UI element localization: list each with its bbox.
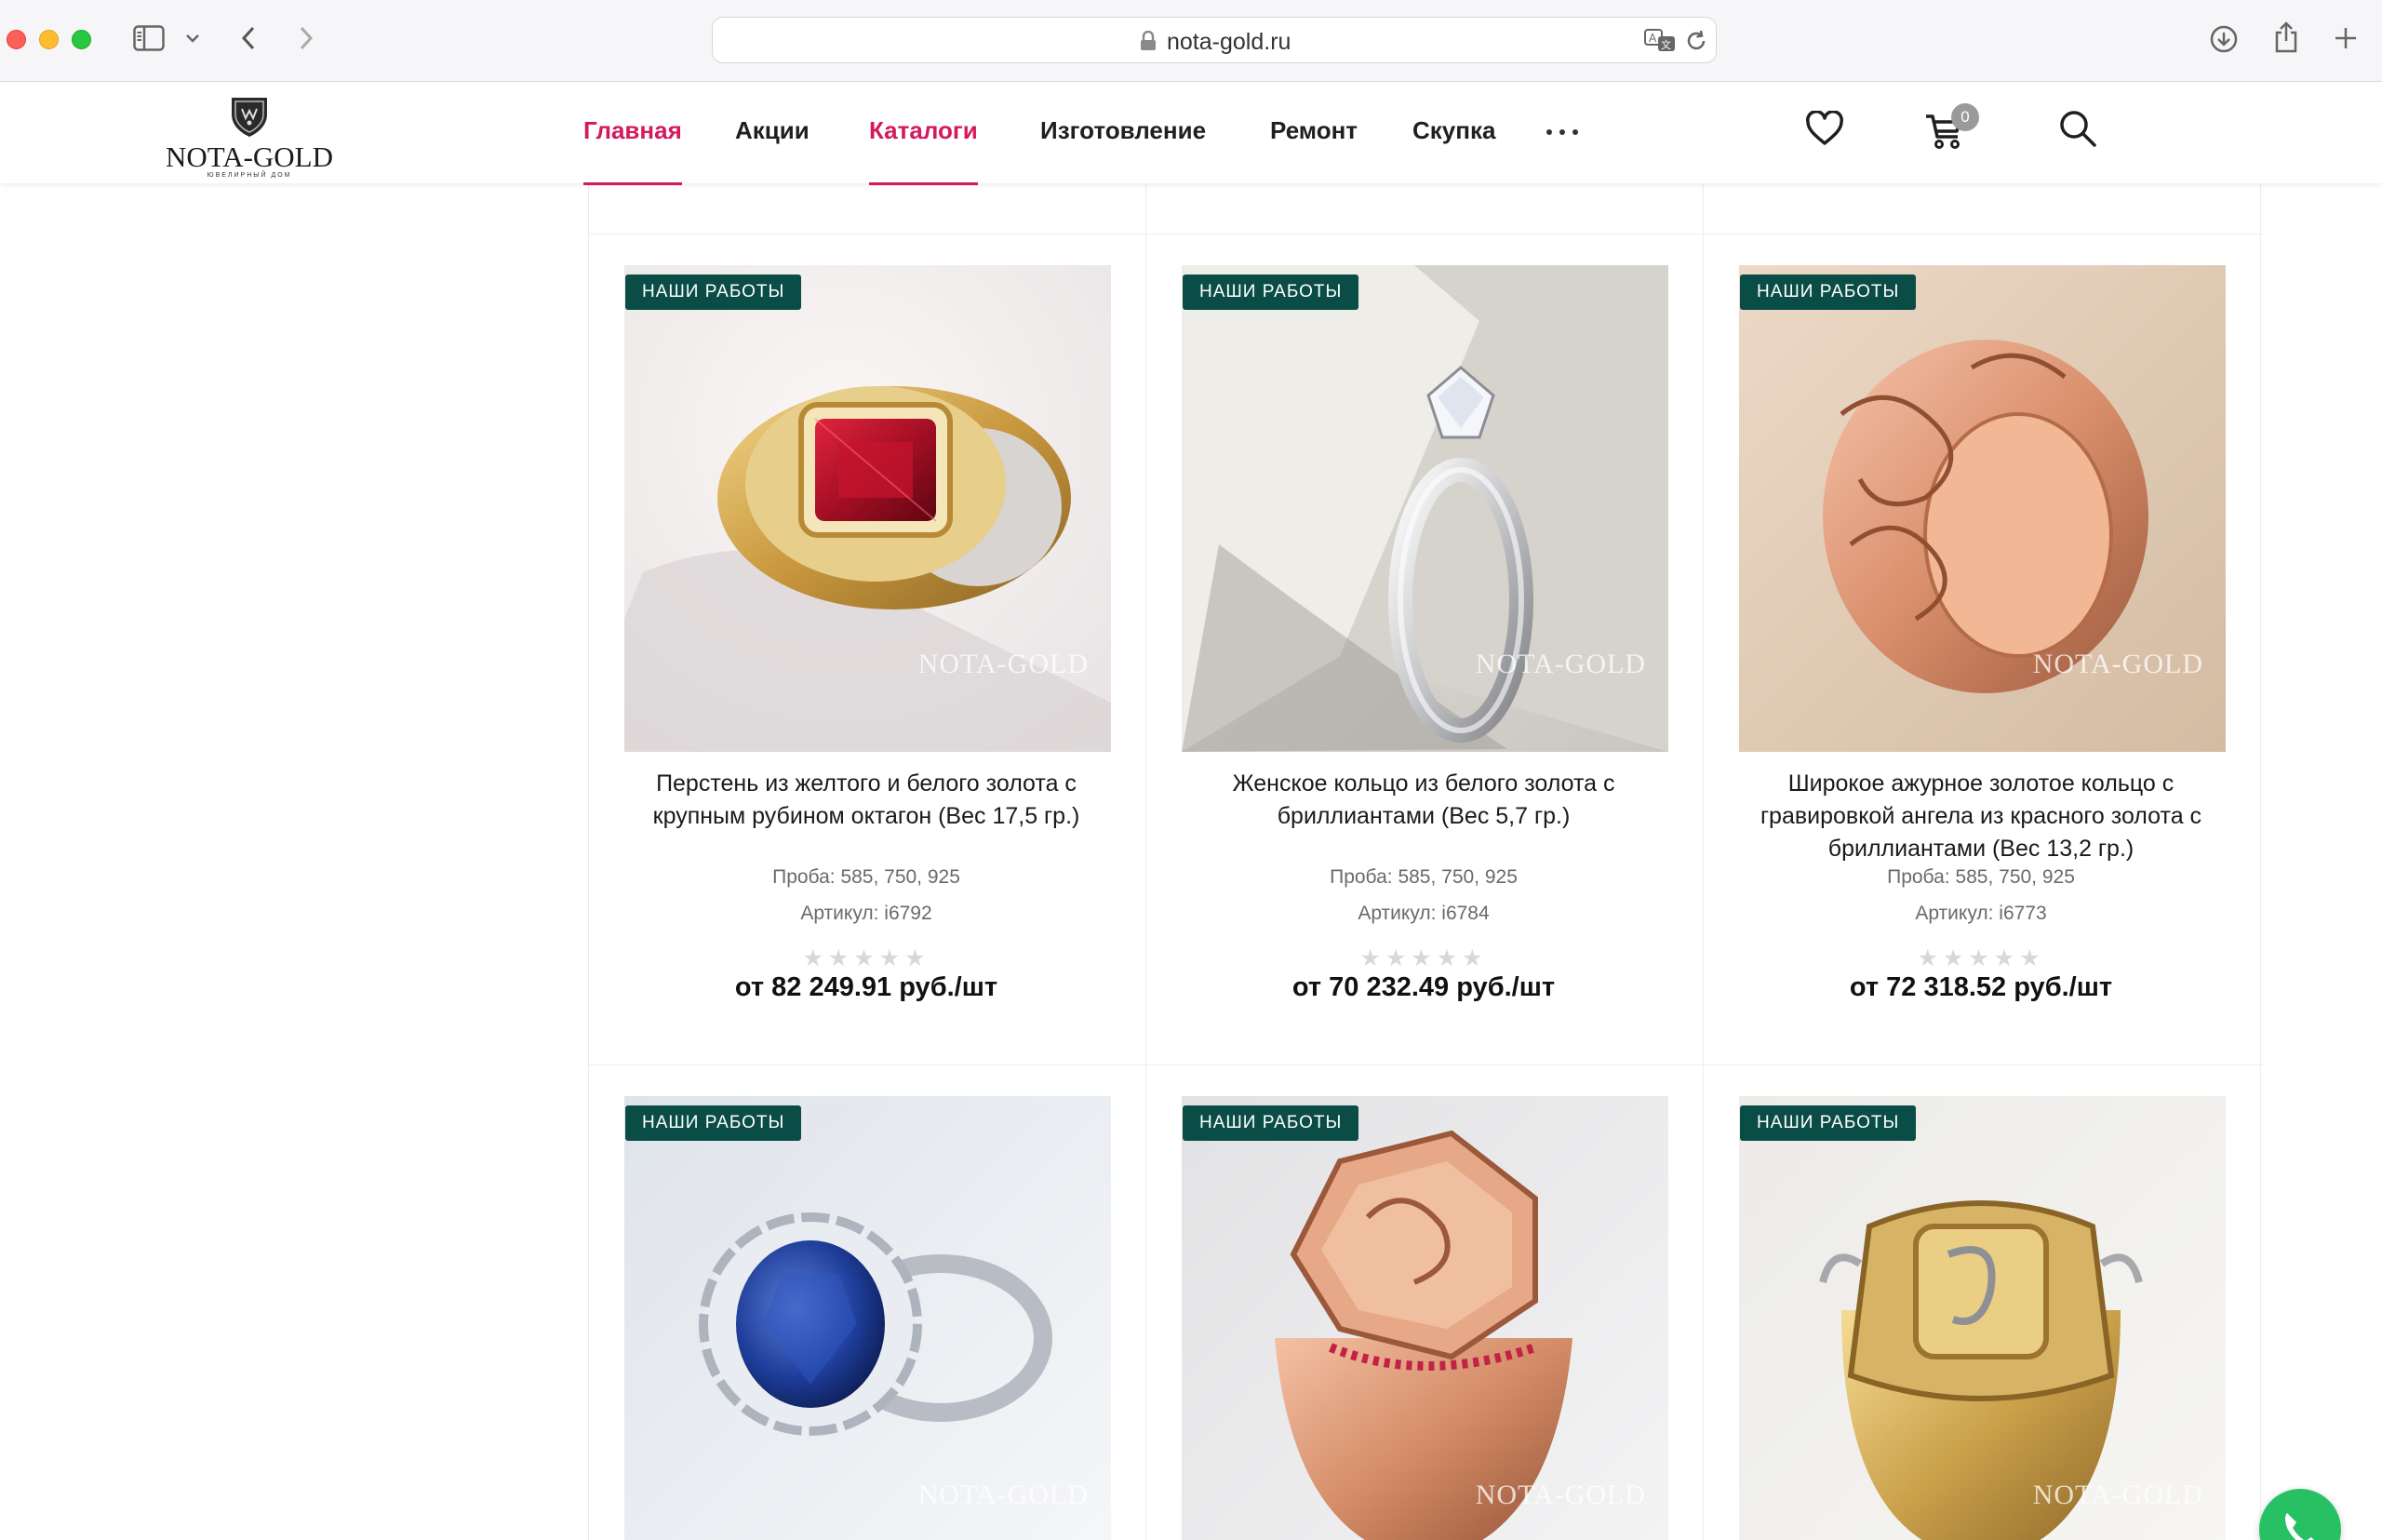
rating-stars[interactable]: ★★★★★ [588, 944, 1144, 972]
watermark-text: NOTA-GOLD [2032, 1480, 2203, 1510]
product-card[interactable]: НАШИ РАБОТЫ NOTA-GOLD Женское кольцо из … [1145, 265, 1702, 1047]
product-card[interactable]: НАШИ РАБОТЫ NOTA-GOLD Широкое ажурное зо… [1703, 265, 2259, 1047]
cart-count-badge: 0 [1951, 103, 1979, 131]
back-icon[interactable] [238, 24, 259, 52]
nav-item-repair[interactable]: Ремонт [1270, 116, 1358, 145]
nav-item-home[interactable]: Главная [583, 116, 682, 185]
url-text: nota-gold.ru [1167, 29, 1291, 55]
chat-button[interactable] [2259, 1489, 2341, 1540]
svg-text:A: A [1649, 32, 1657, 45]
product-badge: НАШИ РАБОТЫ [1183, 1105, 1359, 1141]
product-image[interactable] [624, 1096, 1111, 1540]
watermark-text: NOTA-GOLD [1475, 649, 1646, 679]
logo-brand-text: NOTA-GOLD [165, 141, 334, 173]
search-icon[interactable] [2058, 109, 2097, 148]
product-badge: НАШИ РАБОТЫ [1740, 275, 1917, 310]
nav-item-promotions[interactable]: Акции [735, 116, 810, 145]
minimize-window-button[interactable] [39, 30, 59, 49]
chevron-down-icon[interactable] [184, 32, 201, 45]
product-price: от 70 232.49 руб./шт [1291, 972, 1556, 1002]
watermark-text: NOTA-GOLD [1475, 1480, 1646, 1510]
logo-tagline: ЮВЕЛИРНЫЙ ДОМ [207, 172, 292, 179]
product-badge: НАШИ РАБОТЫ [1183, 275, 1359, 310]
product-card[interactable]: НАШИ РАБОТЫ NOTA-GOLD [1703, 1096, 2259, 1540]
translate-icon[interactable]: A文 [1643, 27, 1677, 55]
product-title[interactable]: Перстень из желтого и белого золота с кр… [635, 768, 1098, 833]
product-card[interactable]: НАШИ РАБОТЫ NOTA-GOLD [588, 1096, 1144, 1540]
product-proba: Проба: 585, 750, 925 [1887, 866, 2075, 888]
rating-stars[interactable]: ★★★★★ [1145, 944, 1702, 972]
reload-icon[interactable] [1684, 29, 1708, 53]
site-logo[interactable]: NOTA-GOLD ЮВЕЛИРНЫЙ ДОМ [164, 92, 335, 179]
product-title[interactable]: Широкое ажурное золотое кольцо с гравиро… [1749, 768, 2213, 865]
downloads-icon[interactable] [2209, 24, 2239, 54]
sidebar-toggle-icon[interactable] [132, 24, 166, 52]
product-image[interactable] [1182, 1096, 1668, 1540]
watermark-text: NOTA-GOLD [917, 1480, 1089, 1510]
browser-toolbar: nota-gold.ru A文 [0, 0, 2382, 82]
product-price: от 72 318.52 руб./шт [1849, 972, 2113, 1002]
more-menu-icon[interactable] [1546, 129, 1578, 137]
product-price: от 82 249.91 руб./шт [734, 972, 998, 1002]
product-badge: НАШИ РАБОТЫ [625, 1105, 802, 1141]
product-article: Артикул: i6773 [1915, 903, 2047, 924]
watermark-text: NOTA-GOLD [917, 649, 1089, 679]
fullscreen-window-button[interactable] [72, 30, 91, 49]
site-header: NOTA-GOLD ЮВЕЛИРНЫЙ ДОМ Главная Акции Ка… [0, 83, 2382, 185]
product-grid: НАШИ РАБОТЫ NOTA-GOLD Перстень из желтог… [588, 183, 2263, 1540]
nav-item-manufacturing[interactable]: Изготовление [1040, 116, 1206, 145]
address-bar[interactable]: nota-gold.ru A文 [712, 17, 1717, 63]
product-badge: НАШИ РАБОТЫ [625, 275, 802, 310]
product-card[interactable]: НАШИ РАБОТЫ NOTA-GOLD Перстень из желтог… [588, 265, 1144, 1047]
product-title[interactable]: Женское кольцо из белого золота с брилли… [1192, 768, 1655, 833]
lock-icon [1139, 30, 1158, 51]
share-icon[interactable] [2272, 20, 2300, 54]
shield-logo-icon [226, 92, 273, 139]
product-card[interactable]: НАШИ РАБОТЫ NOTA-GOLD [1145, 1096, 1702, 1540]
new-tab-icon[interactable] [2332, 24, 2360, 52]
nav-item-buyback[interactable]: Скупка [1412, 116, 1495, 145]
product-article: Артикул: i6784 [1358, 903, 1490, 924]
heart-icon[interactable] [1805, 110, 1844, 148]
svg-text:文: 文 [1661, 38, 1671, 51]
product-proba: Проба: 585, 750, 925 [1330, 866, 1518, 888]
close-window-button[interactable] [7, 30, 26, 49]
phone-icon [2285, 1513, 2314, 1540]
forward-icon[interactable] [296, 24, 316, 52]
product-article: Артикул: i6792 [800, 903, 932, 924]
product-image[interactable] [1739, 1096, 2226, 1540]
rating-stars[interactable]: ★★★★★ [1703, 944, 2259, 972]
nav-item-catalogs[interactable]: Каталоги [869, 116, 978, 185]
watermark-text: NOTA-GOLD [2032, 649, 2203, 679]
product-proba: Проба: 585, 750, 925 [772, 866, 960, 888]
product-badge: НАШИ РАБОТЫ [1740, 1105, 1917, 1141]
